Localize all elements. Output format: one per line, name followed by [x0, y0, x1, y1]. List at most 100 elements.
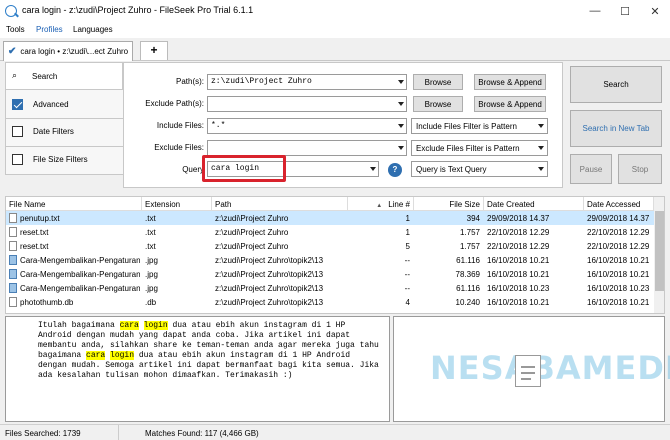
query-mode-select[interactable]: Query is Text Query: [411, 161, 548, 177]
exclude-paths-label: Exclude Path(s):: [145, 99, 204, 108]
cell-accessed: 22/10/2018 12.29: [587, 242, 650, 251]
search-new-tab-button[interactable]: Search in New Tab: [570, 110, 662, 147]
chevron-down-icon[interactable]: [370, 167, 376, 171]
chevron-down-icon[interactable]: [398, 80, 404, 84]
status-divider: [118, 425, 119, 440]
cell-path: z:\zudi\Project Zuhro: [215, 214, 289, 223]
cell-path: z:\zudi\Project Zuhro\topik2\13: [215, 298, 324, 307]
stop-button[interactable]: Stop: [618, 154, 662, 184]
chevron-down-icon: [538, 167, 544, 171]
cell-created: 22/10/2018 12.29: [487, 242, 550, 251]
cell-created: 16/10/2018 10.21: [487, 256, 550, 265]
help-icon[interactable]: ?: [388, 163, 402, 177]
cell-name: photothumb.db: [20, 298, 74, 307]
exclude-mode-value: Exclude Files Filter is Pattern: [416, 144, 520, 153]
watermark-logo: NESABAMEDIA: [430, 349, 670, 387]
minimize-button[interactable]: —: [580, 0, 610, 22]
cell-name: reset.txt: [20, 228, 49, 237]
chevron-down-icon[interactable]: [398, 124, 404, 128]
menu-languages[interactable]: Languages: [73, 25, 113, 34]
image-file-icon: [9, 269, 17, 279]
paths-field[interactable]: z:\zudi\Project Zuhro: [207, 74, 407, 90]
maximize-button[interactable]: ☐: [610, 0, 640, 22]
cell-name: Cara-Mengembalikan-Pengaturan...: [20, 284, 140, 293]
magnifier-app-icon: [5, 5, 17, 17]
tab-search-profile[interactable]: ✔ cara login • z:\zudi\...ect Zuhro: [3, 41, 133, 61]
cell-name: penutup.txt: [20, 214, 60, 223]
table-row[interactable]: photothumb.db .db z:\zudi\Project Zuhro\to…: [6, 295, 654, 309]
file-info-pane: NESABAMEDIA: [393, 316, 670, 422]
nav-advanced[interactable]: Advanced: [5, 89, 125, 119]
image-file-icon: [9, 283, 17, 293]
table-row[interactable]: Cara-Mengembalikan-Pengaturan... .jpg z:\z…: [6, 267, 654, 281]
nav-search[interactable]: ⌕ Search: [5, 62, 123, 89]
col-header-file-size[interactable]: File Size: [414, 197, 484, 211]
col-header-file-name[interactable]: File Name: [6, 197, 142, 211]
close-button[interactable]: ✕: [640, 0, 670, 22]
cell-path: z:\zudi\Project Zuhro: [215, 228, 289, 237]
tab-label: cara login • z:\zudi\...ect Zuhro: [20, 47, 129, 56]
col-header-path[interactable]: Path: [212, 197, 348, 211]
preview-text: Itulah bagaimana cara login dua atau ebi…: [38, 321, 379, 380]
file-thumbnail-icon: [515, 355, 541, 387]
cell-path: z:\zudi\Project Zuhro\topik2\13: [215, 284, 324, 293]
cell-ext: .jpg: [145, 256, 158, 265]
col-header-line[interactable]: ▲ Line #: [348, 197, 414, 211]
file-size-filters-checkbox[interactable]: [12, 154, 23, 165]
window-title: cara login - z:\zudi\Project Zuhro - Fil…: [22, 5, 254, 15]
date-filters-checkbox[interactable]: [12, 126, 23, 137]
file-icon: [9, 241, 17, 251]
cell-created: 16/10/2018 10.23: [487, 284, 550, 293]
cell-ext: .txt: [145, 242, 156, 251]
cell-created: 16/10/2018 10.21: [487, 298, 550, 307]
include-mode-value: Include Files Filter is Pattern: [416, 122, 517, 131]
table-row[interactable]: penutup.txt .txt z:\zudi\Project Zuhro 1 394…: [6, 211, 654, 225]
cell-accessed: 16/10/2018 10.21: [587, 270, 650, 279]
menu-tools[interactable]: Tools: [6, 25, 25, 34]
exclude-files-label: Exclude Files:: [154, 143, 204, 152]
col-header-date-created[interactable]: Date Created: [484, 197, 584, 211]
match-highlight: login: [110, 351, 135, 360]
query-highlight-box: [202, 155, 286, 182]
file-icon: [9, 227, 17, 237]
cell-line: --: [404, 270, 410, 279]
cell-path: z:\zudi\Project Zuhro: [215, 242, 289, 251]
browse-exclude-paths-button[interactable]: Browse: [413, 96, 463, 112]
pause-button[interactable]: Pause: [570, 154, 612, 184]
exclude-files-field[interactable]: [207, 140, 407, 156]
advanced-checkbox[interactable]: [12, 99, 23, 110]
menu-profiles[interactable]: Profiles: [36, 25, 63, 34]
browse-append-paths-button[interactable]: Browse & Append: [474, 74, 546, 90]
nav-file-size-filters[interactable]: File Size Filters: [5, 147, 125, 175]
table-row[interactable]: Cara-Mengembalikan-Pengaturan... .jpg z:\z…: [6, 281, 654, 295]
cell-line: 1: [405, 228, 410, 237]
cell-path: z:\zudi\Project Zuhro\topik2\13: [215, 270, 324, 279]
browse-append-exclude-paths-button[interactable]: Browse & Append: [474, 96, 546, 112]
add-tab-button[interactable]: +: [140, 41, 168, 60]
browse-paths-button[interactable]: Browse: [413, 74, 463, 90]
include-mode-select[interactable]: Include Files Filter is Pattern: [411, 118, 548, 134]
cell-name: Cara-Mengembalikan-Pengaturan...: [20, 256, 140, 265]
exclude-mode-select[interactable]: Exclude Files Filter is Pattern: [411, 140, 548, 156]
vertical-scrollbar[interactable]: [654, 197, 664, 313]
col-header-date-accessed[interactable]: Date Accessed: [584, 197, 654, 211]
include-files-field[interactable]: *.*: [207, 118, 407, 134]
scrollbar-thumb[interactable]: [655, 211, 664, 291]
cell-name: Cara-Mengembalikan-Pengaturan...: [20, 270, 140, 279]
exclude-paths-field[interactable]: [207, 96, 407, 112]
table-row[interactable]: Cara-Mengembalikan-Pengaturan... .jpg z:\z…: [6, 253, 654, 267]
table-row[interactable]: reset.txt .txt z:\zudi\Project Zuhro 5 1.757…: [6, 239, 654, 253]
nav-advanced-label: Advanced: [33, 100, 69, 109]
cell-name: reset.txt: [20, 242, 49, 251]
search-icon: ⌕: [12, 70, 18, 80]
search-button[interactable]: Search: [570, 66, 662, 103]
cell-created: 16/10/2018 10.21: [487, 270, 550, 279]
title-bar: cara login - z:\zudi\Project Zuhro - Fil…: [0, 0, 670, 22]
query-mode-value: Query is Text Query: [416, 165, 487, 174]
col-header-extension[interactable]: Extension: [142, 197, 212, 211]
cell-size: 61.116: [456, 256, 480, 265]
nav-date-filters[interactable]: Date Filters: [5, 119, 125, 147]
table-row[interactable]: reset.txt .txt z:\zudi\Project Zuhro 1 1.757…: [6, 225, 654, 239]
chevron-down-icon[interactable]: [398, 102, 404, 106]
chevron-down-icon[interactable]: [398, 146, 404, 150]
